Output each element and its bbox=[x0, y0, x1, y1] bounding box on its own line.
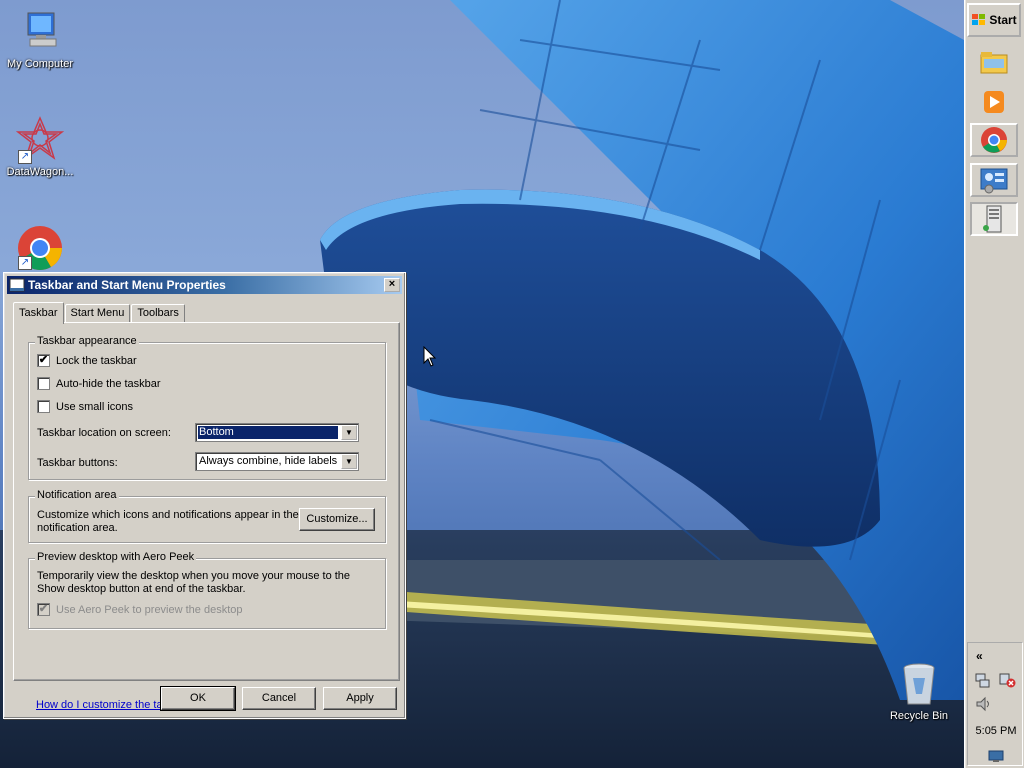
show-desktop-icon[interactable] bbox=[987, 749, 1005, 763]
media-player-icon bbox=[984, 91, 1004, 113]
datawagon-icon: ↗ bbox=[15, 116, 65, 164]
desktop-icon-chrome[interactable]: ↗ bbox=[1, 222, 79, 272]
my-computer-icon bbox=[16, 8, 64, 56]
windows-logo-icon bbox=[972, 14, 986, 25]
small-icons-checkbox[interactable] bbox=[37, 400, 50, 413]
dialog-title: Taskbar and Start Menu Properties bbox=[28, 278, 226, 292]
aero-peek-description-2: Show desktop button at end of the taskba… bbox=[37, 583, 246, 595]
group-label: Taskbar appearance bbox=[35, 335, 139, 347]
desktop-icon-my-computer[interactable]: My Computer bbox=[1, 8, 79, 70]
taskbar-location-label: Taskbar location on screen: bbox=[37, 427, 171, 439]
checkbox-label: Use small icons bbox=[56, 400, 134, 413]
group-taskbar-appearance: Taskbar appearance ✔ Lock the taskbar Au… bbox=[28, 335, 386, 480]
network-icon[interactable] bbox=[974, 671, 992, 689]
taskbar-buttons-label: Taskbar buttons: bbox=[37, 457, 118, 469]
recycle-bin-icon bbox=[895, 660, 943, 708]
dropdown-arrow-icon[interactable]: ▼ bbox=[341, 425, 357, 440]
notification-tray: « 5:05 PM bbox=[967, 642, 1023, 766]
small-icons-option[interactable]: Use small icons bbox=[37, 400, 133, 413]
group-label: Preview desktop with Aero Peek bbox=[35, 551, 197, 563]
checkbox-label: Lock the taskbar bbox=[56, 354, 137, 367]
clock[interactable]: 5:05 PM bbox=[968, 725, 1024, 737]
aero-peek-option: ✔ Use Aero Peek to preview the desktop bbox=[37, 603, 243, 616]
lock-taskbar-option[interactable]: ✔ Lock the taskbar bbox=[37, 354, 137, 367]
network-error-icon[interactable] bbox=[998, 671, 1016, 689]
taskbar-location-select[interactable]: Bottom ▼ bbox=[195, 423, 359, 442]
desktop-icon-label: Recycle Bin bbox=[889, 710, 949, 722]
notification-description: Customize which icons and notifications … bbox=[37, 509, 299, 521]
cancel-button[interactable]: Cancel bbox=[242, 687, 316, 710]
desktop-icon-label: DataWagon... bbox=[6, 166, 74, 178]
desktop-icon-label: My Computer bbox=[6, 58, 74, 70]
lock-taskbar-checkbox[interactable]: ✔ bbox=[37, 354, 50, 367]
auto-hide-option[interactable]: Auto-hide the taskbar bbox=[37, 377, 161, 390]
taskbar-button-computer[interactable] bbox=[970, 202, 1018, 236]
chrome-icon bbox=[981, 127, 1007, 153]
desktop-icon-recycle-bin[interactable]: Recycle Bin bbox=[880, 660, 958, 722]
start-label: Start bbox=[989, 13, 1017, 27]
aero-peek-description: Temporarily view the desktop when you mo… bbox=[37, 570, 351, 582]
control-panel-icon bbox=[980, 168, 1008, 194]
apply-button[interactable]: Apply bbox=[323, 687, 397, 710]
select-value: Always combine, hide labels bbox=[199, 455, 338, 467]
show-hidden-icons-button[interactable]: « bbox=[976, 649, 983, 663]
taskbar: Start « 5:05 PM bbox=[964, 0, 1024, 768]
taskbar-buttons-select[interactable]: Always combine, hide labels ▼ bbox=[195, 452, 359, 471]
taskbar-button-chrome[interactable] bbox=[970, 123, 1018, 157]
tab-strip: Taskbar Start Menu Toolbars bbox=[13, 302, 186, 324]
mouse-cursor-icon bbox=[423, 346, 437, 367]
customize-button[interactable]: Customize... bbox=[299, 508, 375, 531]
taskbar-properties-dialog: Taskbar and Start Menu Properties × Task… bbox=[3, 272, 406, 719]
checkbox-label: Auto-hide the taskbar bbox=[56, 377, 161, 390]
close-button[interactable]: × bbox=[384, 278, 400, 292]
shortcut-arrow-icon: ↗ bbox=[18, 256, 32, 270]
desktop-icon-datawagon[interactable]: ↗ DataWagon... bbox=[1, 116, 79, 178]
tab-taskbar[interactable]: Taskbar bbox=[13, 302, 64, 324]
explorer-folder-icon bbox=[980, 52, 1008, 74]
taskbar-button-media-player[interactable] bbox=[970, 85, 1018, 119]
tab-toolbars[interactable]: Toolbars bbox=[131, 304, 185, 323]
taskbar-button-explorer[interactable] bbox=[970, 45, 1018, 79]
aero-peek-checkbox: ✔ bbox=[37, 603, 50, 616]
select-value: Bottom bbox=[198, 426, 338, 439]
taskbar-button-control-panel[interactable] bbox=[970, 163, 1018, 197]
start-button[interactable]: Start bbox=[967, 3, 1021, 37]
taskbar-properties-icon bbox=[9, 278, 25, 292]
chrome-icon: ↗ bbox=[16, 222, 64, 270]
group-label: Notification area bbox=[35, 489, 119, 501]
ok-button[interactable]: OK bbox=[160, 686, 236, 711]
checkbox-label: Use Aero Peek to preview the desktop bbox=[56, 603, 243, 616]
auto-hide-checkbox[interactable] bbox=[37, 377, 50, 390]
notification-description-2: notification area. bbox=[37, 522, 118, 534]
computer-tower-icon bbox=[983, 205, 1002, 233]
tab-start-menu[interactable]: Start Menu bbox=[64, 304, 131, 323]
volume-icon[interactable] bbox=[974, 695, 992, 713]
group-notification-area: Notification area Customize which icons … bbox=[28, 489, 386, 543]
shortcut-arrow-icon: ↗ bbox=[18, 150, 32, 164]
group-aero-peek: Preview desktop with Aero Peek Temporari… bbox=[28, 551, 386, 629]
dropdown-arrow-icon[interactable]: ▼ bbox=[341, 454, 357, 469]
dialog-titlebar[interactable]: Taskbar and Start Menu Properties × bbox=[7, 276, 402, 294]
tab-panel-taskbar: Taskbar appearance ✔ Lock the taskbar Au… bbox=[13, 322, 400, 711]
